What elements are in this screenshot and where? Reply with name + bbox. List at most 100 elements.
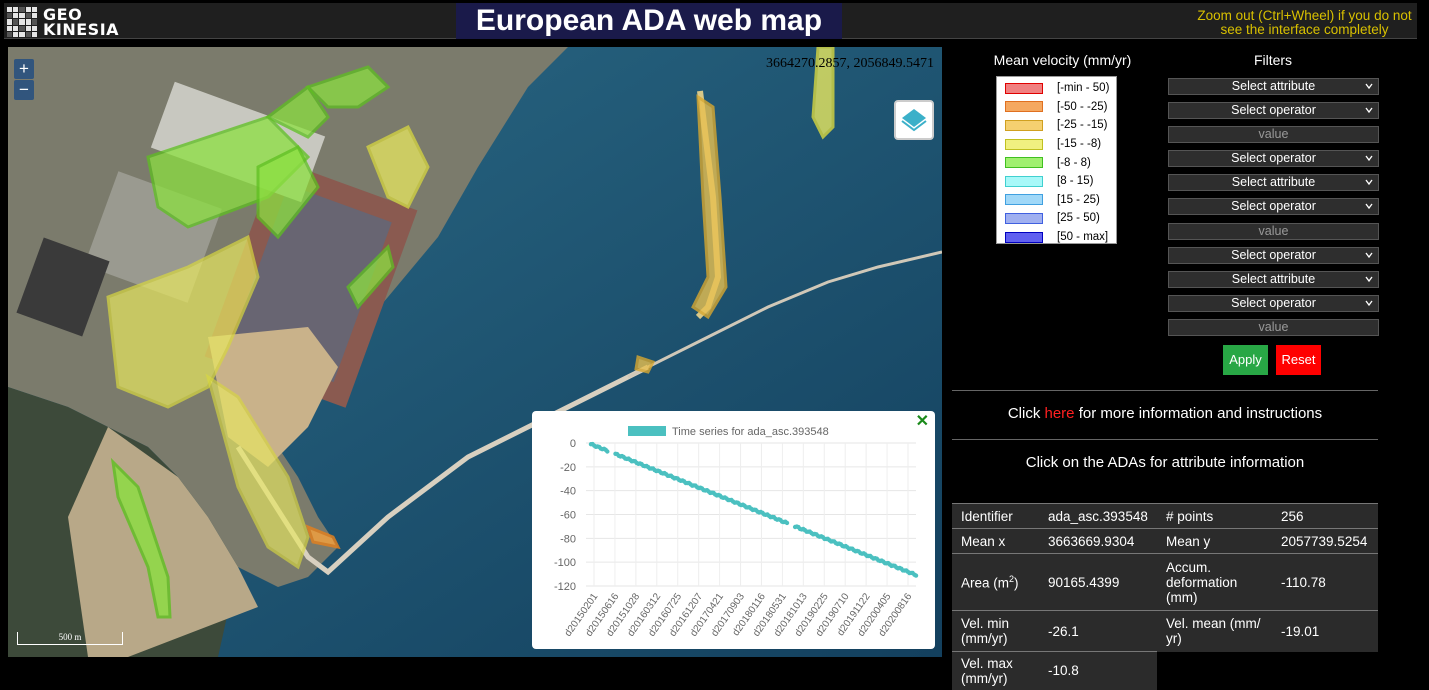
chevron-down-icon: [1365, 83, 1373, 90]
vel-mean-label: Vel. mean (mm/ yr): [1157, 610, 1272, 652]
layers-icon: [901, 109, 927, 132]
logo-line2: KINESIA: [43, 20, 120, 39]
logo-text: GEO KINESIA: [43, 7, 120, 39]
zoom-out-button[interactable]: −: [14, 80, 34, 100]
filter-attribute-select[interactable]: Select attribute: [1168, 78, 1379, 95]
chart-point: [605, 449, 610, 454]
zoom-in-button[interactable]: +: [14, 59, 34, 79]
more-info-link[interactable]: here: [1045, 405, 1075, 422]
attribute-hint: Click on the ADAs for attribute informat…: [1025, 454, 1305, 471]
filter-control-label: Select attribute: [1231, 175, 1316, 189]
area-value: 90165.4399: [1039, 553, 1157, 611]
filter-control-label: Select operator: [1231, 248, 1316, 262]
filter-control-label: Select operator: [1231, 103, 1316, 117]
reset-button[interactable]: Reset: [1276, 345, 1321, 375]
mean-y-label: Mean y: [1157, 528, 1272, 554]
mean-x-label: Mean x: [952, 528, 1039, 554]
legend-label: [50 - max]: [1057, 231, 1109, 244]
legend-label: [-25 - -15): [1057, 119, 1108, 132]
more-info-suffix: for more information and instructions: [1074, 405, 1323, 422]
legend-swatch: [1005, 119, 1043, 131]
legend-swatch: [1005, 101, 1043, 113]
filter-control-label: Select operator: [1231, 296, 1316, 310]
points-value: 256: [1272, 503, 1378, 529]
table-row: Area (m2) 90165.4399 Accum. deformation …: [952, 553, 1378, 611]
chart-point: [784, 520, 790, 526]
filter-value-input[interactable]: value: [1168, 126, 1379, 143]
more-info-prefix: Click: [1007, 405, 1045, 422]
map-scale-bar: 500 m: [17, 632, 123, 645]
filter-operator-select[interactable]: Select operator: [1168, 150, 1379, 167]
points-label: # points: [1157, 503, 1272, 529]
legend-swatch: [1005, 194, 1043, 206]
legend-item: [-15 - -8): [1005, 135, 1116, 154]
table-row: Mean x 3663669.9304 Mean y 2057739.5254: [952, 528, 1378, 554]
chart-y-tick-label: -60: [560, 510, 576, 522]
legend-swatch: [1005, 82, 1043, 94]
filter-attribute-select[interactable]: Select attribute: [1168, 174, 1379, 191]
page-title: European ADA web map: [456, 3, 842, 39]
filter-operator-select[interactable]: Select operator: [1168, 198, 1379, 215]
area-label: Area (m2): [952, 553, 1039, 611]
chart-y-tick-label: -120: [554, 581, 576, 593]
filter-attribute-select[interactable]: Select attribute: [1168, 271, 1379, 288]
layers-button[interactable]: [894, 100, 934, 140]
filter-operator-select[interactable]: Select operator: [1168, 102, 1379, 119]
filter-control-label: value: [1258, 127, 1289, 141]
chevron-down-icon: [1365, 203, 1373, 210]
accum-value: -110.78: [1272, 553, 1378, 611]
chevron-down-icon: [1365, 252, 1373, 259]
geokinesia-logo[interactable]: GEO KINESIA: [7, 6, 119, 38]
vel-max-value: -10.8: [1039, 651, 1157, 690]
legend-item: [15 - 25): [1005, 191, 1116, 210]
divider: [952, 439, 1378, 440]
filter-operator-select[interactable]: Select operator: [1168, 247, 1379, 264]
filter-control-label: Select operator: [1231, 151, 1316, 165]
filter-operator-select[interactable]: Select operator: [1168, 295, 1379, 312]
legend-label: [8 - 15): [1057, 175, 1094, 188]
chart-legend-swatch: [628, 426, 666, 436]
more-info-text: Click here for more information and inst…: [952, 405, 1378, 422]
filter-value-input[interactable]: value: [1168, 223, 1379, 240]
mean-x-value: 3663669.9304: [1039, 528, 1157, 554]
chart-y-tick-label: -40: [560, 486, 576, 498]
close-icon[interactable]: ✕: [916, 411, 929, 431]
chart-y-tick-label: -80: [560, 533, 576, 545]
chevron-down-icon: [1365, 276, 1373, 283]
chart-y-tick-label: -100: [554, 557, 576, 569]
legend-item: [8 - 15): [1005, 172, 1116, 191]
legend-swatch: [1005, 231, 1043, 243]
vel-mean-value: -19.01: [1272, 610, 1378, 652]
filter-value-input[interactable]: value: [1168, 319, 1379, 336]
legend-item: [-50 - -25): [1005, 98, 1116, 117]
mean-y-value: 2057739.5254: [1272, 528, 1378, 554]
legend-swatch: [1005, 212, 1043, 224]
table-row: Identifier ada_asc.393548 # points 256: [952, 503, 1378, 529]
legend-swatch: [1005, 157, 1043, 169]
chevron-down-icon: [1365, 300, 1373, 307]
identifier-value: ada_asc.393548: [1039, 503, 1157, 529]
chart-y-tick-label: -20: [560, 462, 576, 474]
legend-label: [15 - 25): [1057, 193, 1100, 206]
filter-control-label: Select operator: [1231, 199, 1316, 213]
divider: [952, 390, 1378, 391]
filter-control-label: value: [1258, 224, 1289, 238]
legend-item: [50 - max]: [1005, 228, 1116, 247]
vel-min-value: -26.1: [1039, 610, 1157, 652]
apply-button[interactable]: Apply: [1223, 345, 1268, 375]
satellite-map[interactable]: + − 3664270.2857, 2056849.5471 500 m 0 -2…: [8, 47, 942, 657]
identifier-label: Identifier: [952, 503, 1039, 529]
filter-control-label: Select attribute: [1231, 79, 1316, 93]
chart-legend-label: Time series for ada_asc.393548: [672, 426, 829, 438]
chevron-down-icon: [1365, 179, 1373, 186]
legend-label: [25 - 50): [1057, 212, 1100, 225]
chevron-down-icon: [1365, 155, 1373, 162]
filter-control-label: value: [1258, 320, 1289, 334]
time-series-popup: 0 -20 -40 -60 -80 -100 -120 d20150201 d20150616…: [532, 411, 935, 649]
filter-control-label: Select attribute: [1231, 272, 1316, 286]
legend-item: [-8 - 8): [1005, 153, 1116, 172]
coordinates-readout: 3664270.2857, 2056849.5471: [766, 56, 934, 71]
legend-swatch: [1005, 175, 1043, 187]
table-row: Vel. min (mm/yr) -26.1 Vel. mean (mm/ yr…: [952, 610, 1378, 652]
legend-item: [25 - 50): [1005, 209, 1116, 228]
